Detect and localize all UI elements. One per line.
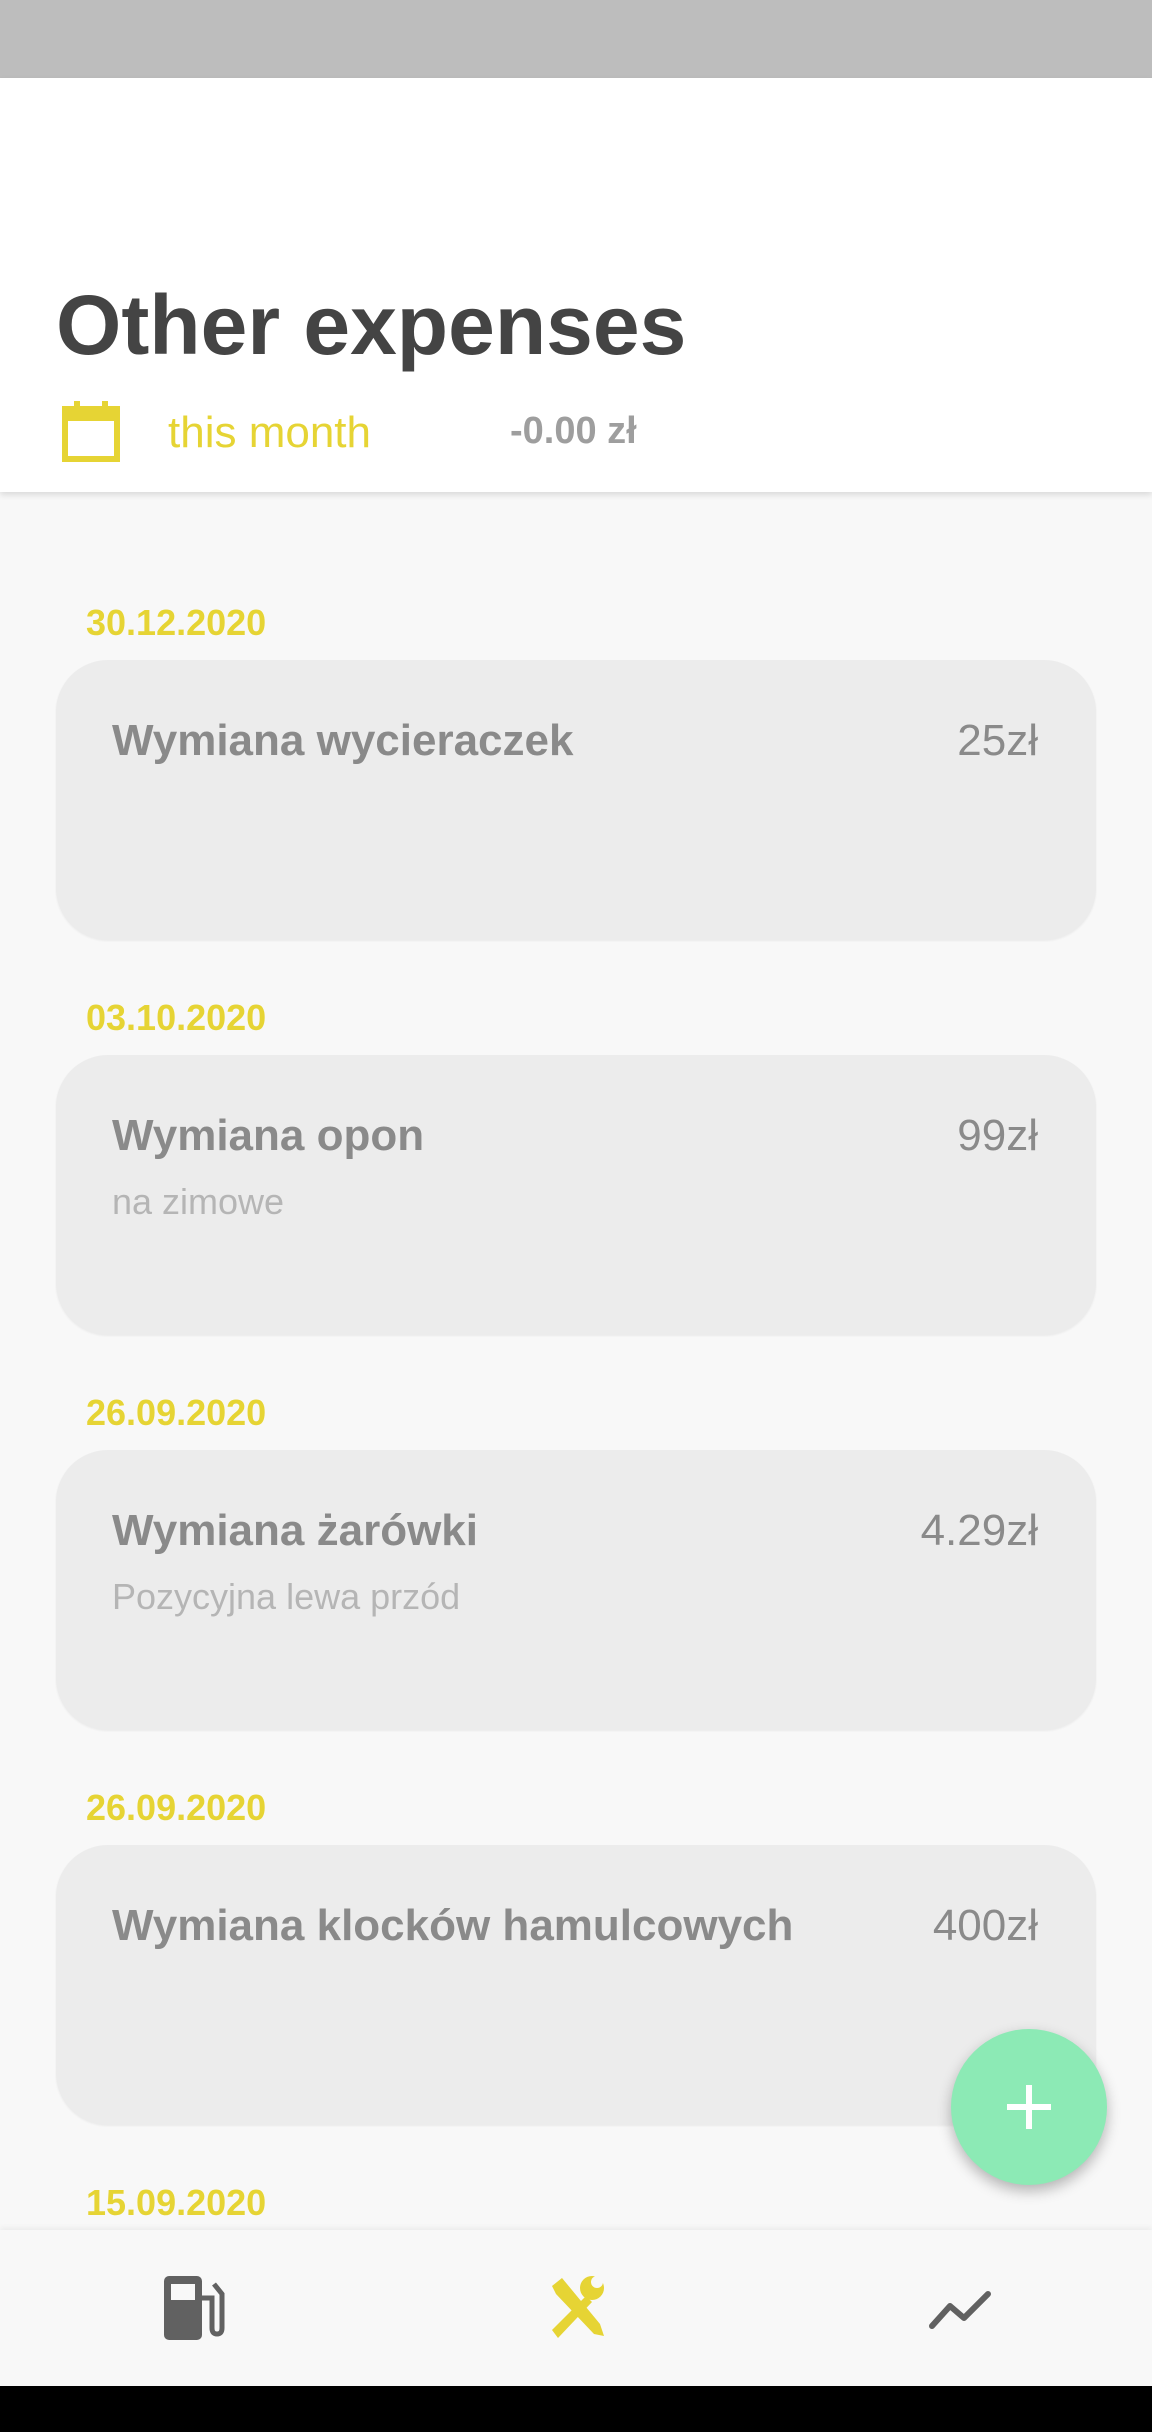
system-navigation-bar (0, 2386, 1152, 2432)
bottom-navigation (0, 2230, 1152, 2386)
expense-title: Wymiana klocków hamulcowych (112, 1901, 794, 1950)
total-amount: -0.00 zł (510, 410, 637, 452)
date-label: 30.12.2020 (86, 602, 267, 643)
add-expense-button[interactable] (951, 2029, 1107, 2185)
date-label: 26.09.2020 (86, 1392, 267, 1433)
expense-amount: 99zł (957, 1111, 1038, 1160)
expense-title: Wymiana żarówki (112, 1506, 478, 1555)
header: Other expenses this month -0.00 zł (0, 78, 1152, 492)
fuel-pump-icon (164, 2276, 225, 2340)
expense-card[interactable]: Wymiana żarówki 4.29zł Pozycyjna lewa pr… (56, 1450, 1096, 1730)
expense-note: na zimowe (112, 1181, 285, 1222)
plus-icon (1007, 2085, 1051, 2129)
expense-card[interactable]: Wymiana opon 99zł na zimowe (56, 1055, 1096, 1335)
expense-title: Wymiana wycieraczek (112, 716, 574, 765)
expense-note: Pozycyjna lewa przód (112, 1576, 461, 1617)
expense-amount: 400zł (932, 1901, 1038, 1950)
expense-card[interactable]: Wymiana wycieraczek 25zł (56, 660, 1096, 940)
date-label: 03.10.2020 (86, 997, 267, 1038)
nav-other-expenses[interactable] (384, 2230, 768, 2386)
calendar-icon[interactable] (62, 400, 120, 462)
expense-amount: 4.29zł (920, 1506, 1038, 1555)
expense-amount: 25zł (957, 716, 1038, 765)
page-title: Other expenses (56, 278, 687, 372)
status-bar (0, 0, 1152, 78)
period-label[interactable]: this month (168, 408, 371, 458)
expense-card[interactable]: Wymiana klocków hamulcowych 400zł (56, 1845, 1096, 2125)
expense-list[interactable]: 30.12.2020 Wymiana wycieraczek 25zł 03.1… (0, 492, 1152, 2230)
period-selector[interactable]: this month -0.00 zł (56, 396, 756, 466)
stats-icon (929, 2291, 991, 2329)
date-label: 26.09.2020 (86, 1787, 267, 1828)
date-label: 15.09.2020 (86, 2182, 267, 2223)
nav-statistics[interactable] (768, 2230, 1152, 2386)
nav-fuel[interactable] (0, 2230, 384, 2386)
tools-icon (552, 2276, 604, 2338)
expense-title: Wymiana opon (112, 1111, 425, 1160)
